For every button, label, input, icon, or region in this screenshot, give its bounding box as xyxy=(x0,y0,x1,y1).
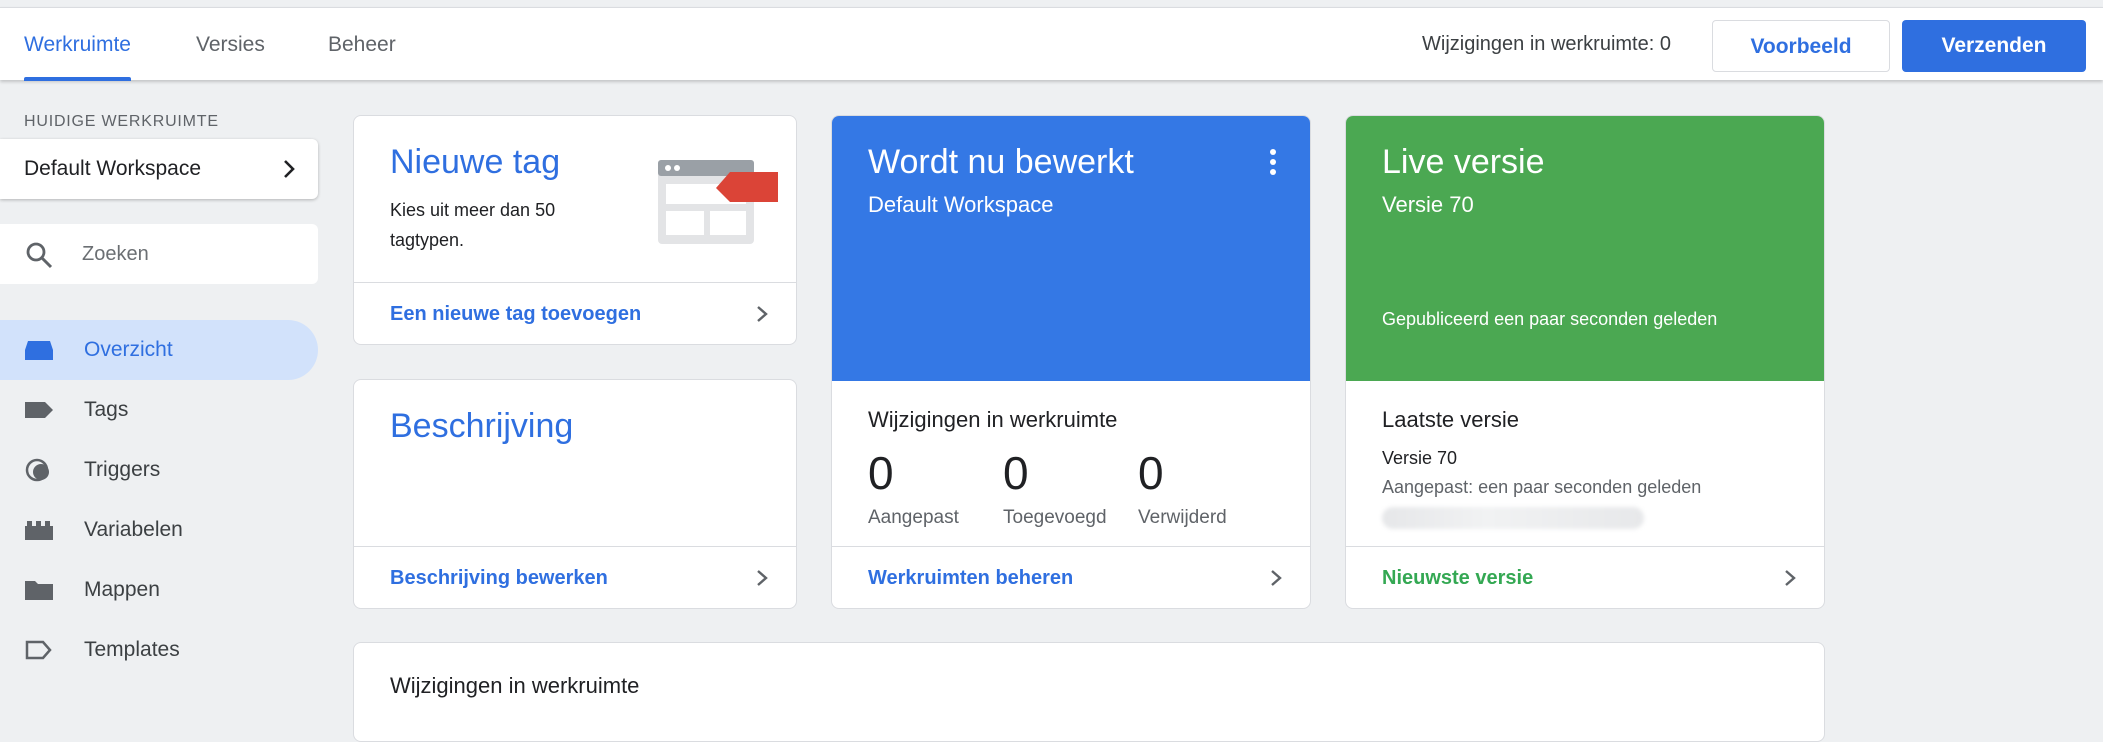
search-icon xyxy=(26,242,53,269)
chevron-right-icon xyxy=(284,160,295,178)
current-workspace-heading: HUIDIGE WERKRUIMTE xyxy=(24,113,219,130)
live-version-card: Live versie Versie 70 Gepubliceerd een p… xyxy=(1345,115,1825,609)
live-card-subtitle: Versie 70 xyxy=(1382,192,1474,217)
tab-beheer[interactable]: Beheer xyxy=(304,8,420,81)
search-input[interactable] xyxy=(82,236,302,272)
workspace-changes-count: Wijzigingen in werkruimte: 0 xyxy=(1422,33,1671,55)
added-label: Toegevoegd xyxy=(1003,507,1107,528)
deleted-count: 0 xyxy=(1138,447,1164,499)
sidebar-item-templates[interactable]: Templates xyxy=(0,620,318,680)
editing-card-title: Wordt nu bewerkt xyxy=(868,143,1134,181)
preview-button[interactable]: Voorbeeld xyxy=(1712,20,1890,72)
link-label: Werkruimten beheren xyxy=(868,567,1074,589)
editing-card: Wordt nu bewerkt Default Workspace Wijzi… xyxy=(831,115,1311,609)
sidebar-item-variables[interactable]: Variabelen xyxy=(0,500,318,560)
submit-button[interactable]: Verzenden xyxy=(1902,20,2086,72)
tab-versies[interactable]: Versies xyxy=(172,8,289,81)
sidebar-item-tags[interactable]: Tags xyxy=(0,380,318,440)
modified-count: 0 xyxy=(868,447,894,499)
editing-card-header: Wordt nu bewerkt Default Workspace xyxy=(832,116,1310,381)
chevron-right-icon xyxy=(1785,570,1796,586)
new-tag-illustration-icon xyxy=(658,160,778,244)
chevron-right-icon xyxy=(757,306,768,322)
top-bar: Werkruimte Versies Beheer Wijzigingen in… xyxy=(0,7,2103,81)
live-card-title: Live versie xyxy=(1382,143,1545,181)
sidebar-item-label: Triggers xyxy=(84,458,161,481)
deleted-label: Verwijderd xyxy=(1138,507,1227,528)
template-icon xyxy=(25,640,52,660)
new-tag-card: Nieuwe tag Kies uit meer dan 50 tagtypen… xyxy=(353,115,797,345)
sidebar-item-label: Tags xyxy=(84,398,129,421)
published-time: Gepubliceerd een paar seconden geleden xyxy=(1382,309,1718,329)
sidebar-item-overview[interactable]: Overzicht xyxy=(0,320,318,380)
description-line: Kies uit meer dan 50 xyxy=(390,200,556,220)
tag-icon xyxy=(25,402,53,418)
sidebar-item-triggers[interactable]: Triggers xyxy=(0,440,318,500)
redacted-author xyxy=(1382,507,1644,529)
description-line: tagtypen. xyxy=(390,230,465,250)
workspace-changes-card-title: Wijzigingen in werkruimte xyxy=(390,673,640,698)
add-new-tag-link[interactable]: Een nieuwe tag toevoegen xyxy=(354,282,796,344)
chevron-right-icon xyxy=(1271,570,1282,586)
newest-version-link[interactable]: Nieuwste versie xyxy=(1346,546,1824,608)
folder-icon xyxy=(25,581,53,600)
workspace-changes-heading: Wijzigingen in werkruimte xyxy=(868,407,1118,432)
latest-version-number: Versie 70 xyxy=(1382,448,1458,468)
workspace-selector[interactable]: Default Workspace xyxy=(0,139,318,199)
added-count: 0 xyxy=(1003,447,1029,499)
new-tag-title[interactable]: Nieuwe tag xyxy=(390,143,560,182)
sidebar-item-folders[interactable]: Mappen xyxy=(0,560,318,620)
variables-icon xyxy=(25,521,53,540)
sidebar-item-label: Mappen xyxy=(84,578,160,601)
more-options-icon[interactable] xyxy=(1268,148,1278,176)
chevron-right-icon xyxy=(757,570,768,586)
link-label: Een nieuwe tag toevoegen xyxy=(390,303,642,325)
latest-version-heading: Laatste versie xyxy=(1382,407,1519,432)
description-title: Beschrijving xyxy=(390,407,574,445)
live-card-header: Live versie Versie 70 Gepubliceerd een p… xyxy=(1346,116,1824,381)
link-label: Beschrijving bewerken xyxy=(390,567,608,589)
editing-card-subtitle: Default Workspace xyxy=(868,192,1054,217)
modified-time: Aangepast: een paar seconden geleden xyxy=(1382,477,1702,497)
edit-description-link[interactable]: Beschrijving bewerken xyxy=(354,546,796,608)
sidebar-item-label: Overzicht xyxy=(84,338,173,361)
link-label: Nieuwste versie xyxy=(1382,567,1534,589)
trigger-icon xyxy=(25,458,49,482)
new-tag-description: Kies uit meer dan 50 tagtypen. xyxy=(390,195,555,255)
sidebar-item-label: Variabelen xyxy=(84,518,183,541)
overview-icon xyxy=(25,341,53,360)
sidebar-item-label: Templates xyxy=(84,638,180,661)
modified-label: Aangepast xyxy=(868,507,959,528)
tab-werkruimte[interactable]: Werkruimte xyxy=(0,8,155,81)
workspace-changes-card: Wijzigingen in werkruimte xyxy=(353,642,1825,742)
search-box[interactable] xyxy=(0,224,318,284)
workspace-name: Default Workspace xyxy=(24,157,202,180)
description-card: Beschrijving Beschrijving bewerken xyxy=(353,379,797,609)
manage-workspaces-link[interactable]: Werkruimten beheren xyxy=(832,546,1310,608)
